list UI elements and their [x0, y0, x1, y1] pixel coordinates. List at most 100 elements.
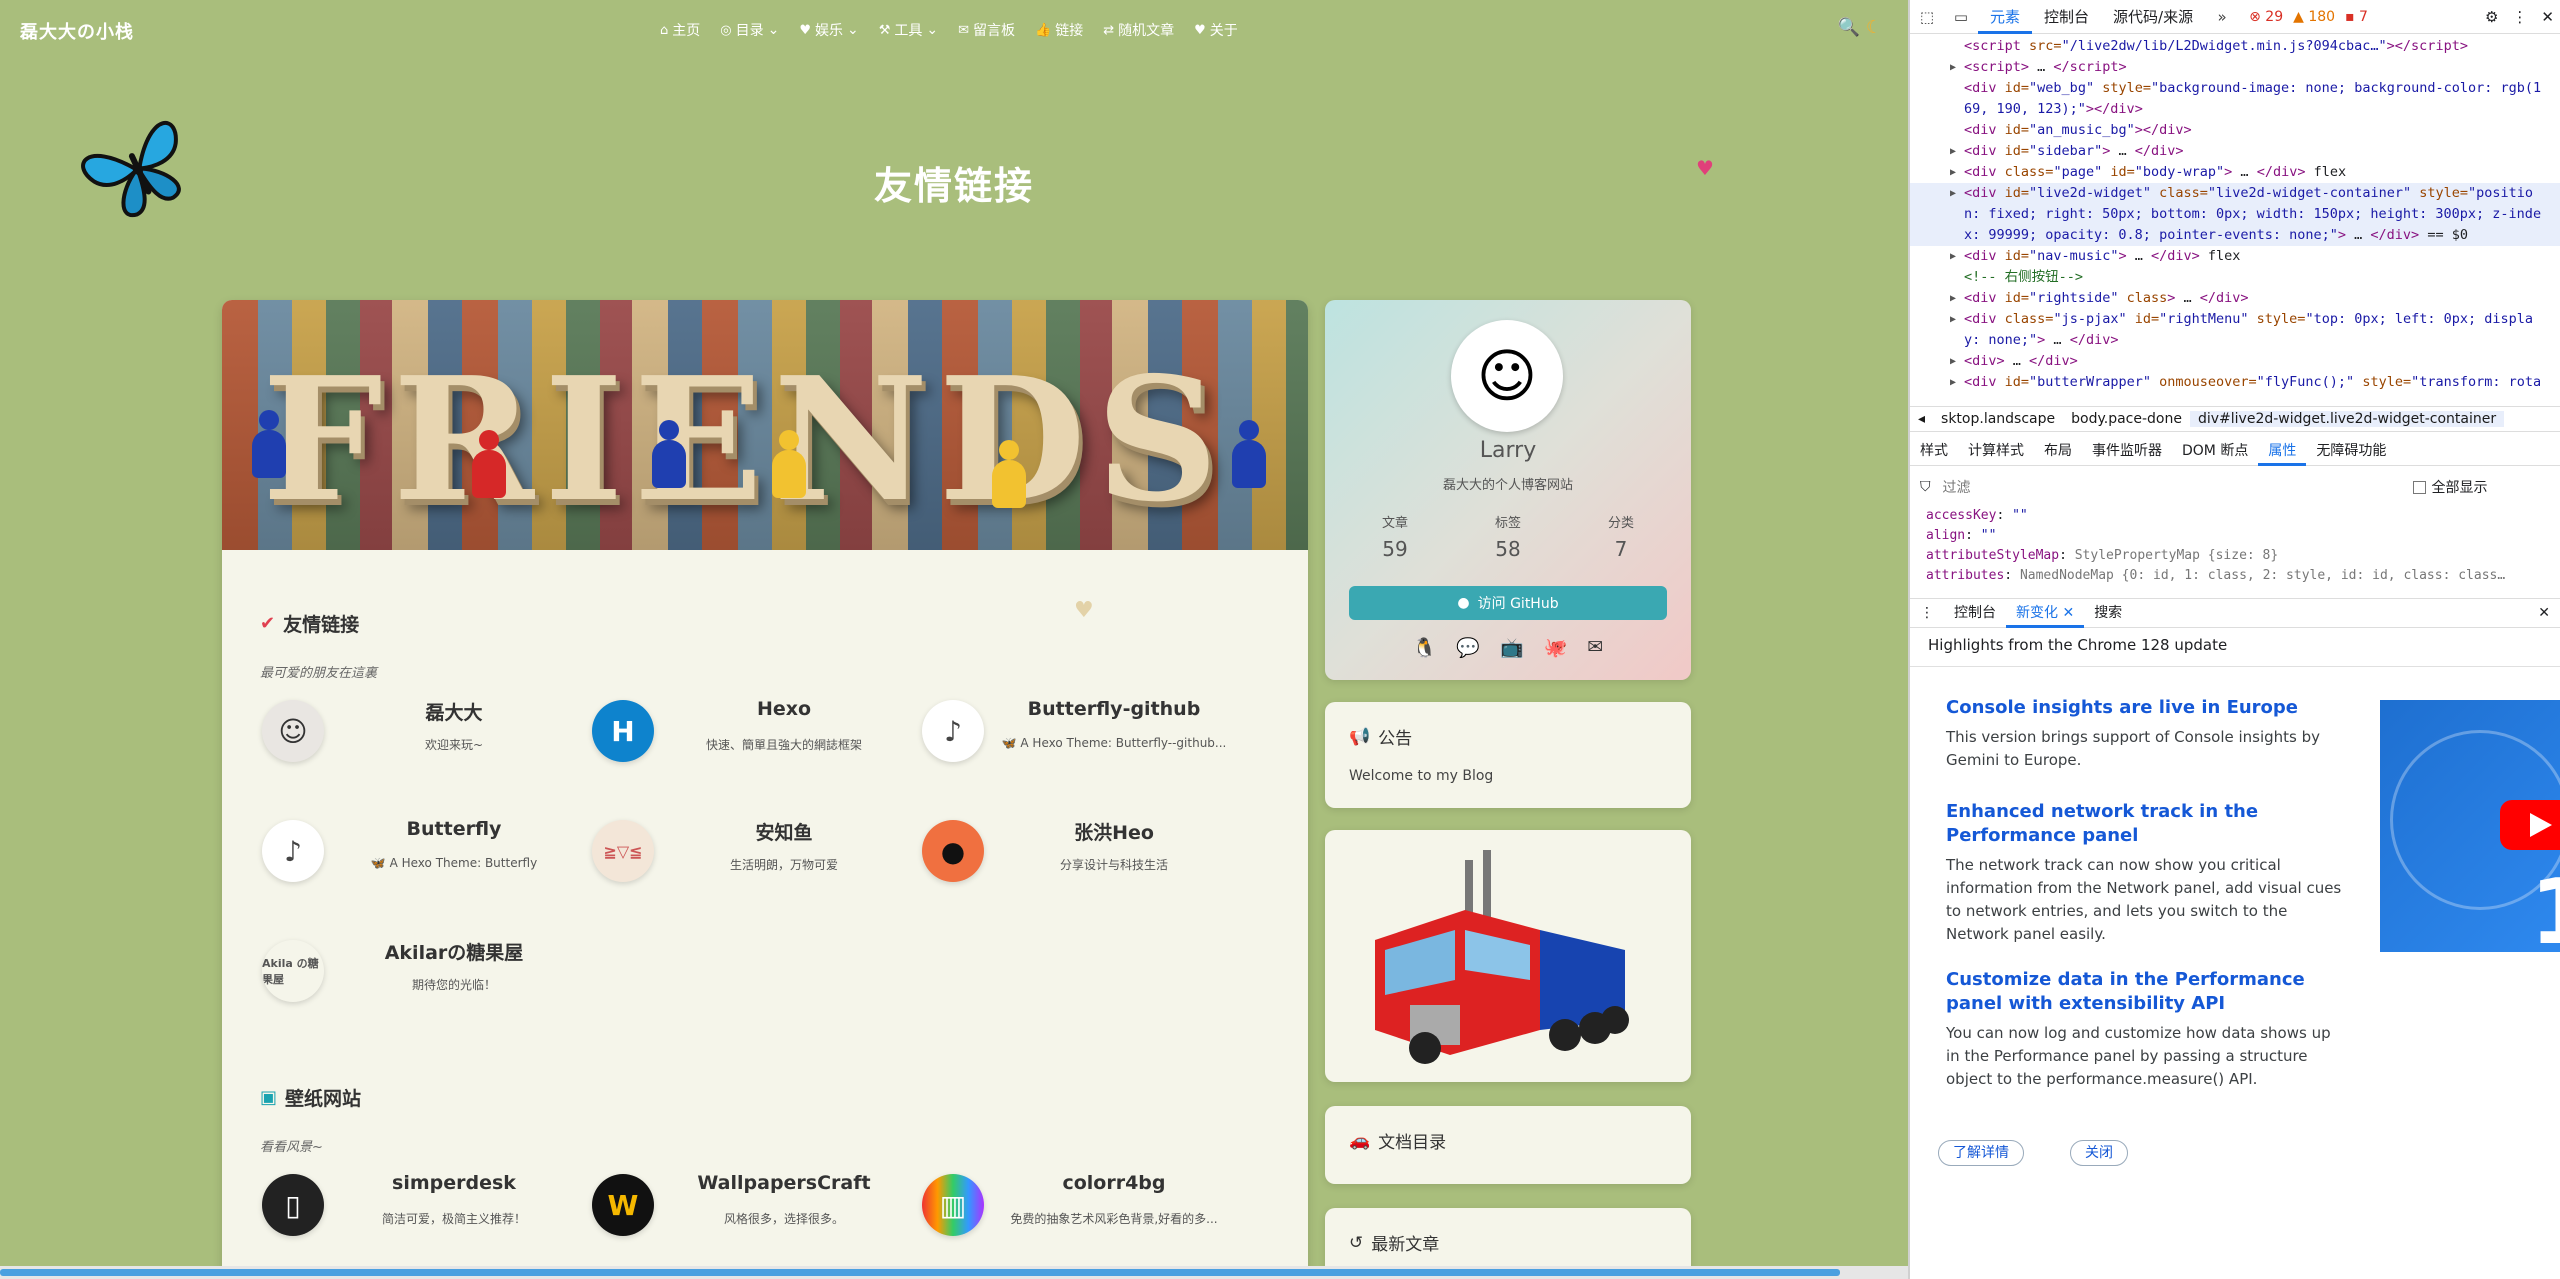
subtab[interactable]: 事件监听器 [2082, 436, 2172, 466]
qq-icon[interactable]: 🐧 [1413, 636, 1437, 659]
menu-item[interactable]: ◎ 目录 ⌄ [720, 20, 779, 40]
avatar[interactable]: ▥ [922, 1174, 984, 1236]
device-toggle-icon[interactable]: ▭ [1944, 8, 1978, 26]
dom-node[interactable]: <div id="an_music_bg"></div> [1910, 120, 2560, 141]
dom-node[interactable]: 69, 190, 123);"></div> [1910, 99, 2560, 120]
dark-mode-icon[interactable]: ☾ [1866, 17, 1882, 38]
avatar[interactable]: ♪ [262, 820, 324, 882]
subtab[interactable]: 样式 [1910, 436, 1958, 466]
kebab-menu-icon[interactable]: ⋮ [2512, 8, 2527, 26]
github-icon[interactable]: 🐙 [1544, 636, 1568, 659]
properties-list[interactable]: accessKey: "" align: "" attributeStyleMap:… [1910, 506, 2560, 596]
avatar[interactable]: ☺ [1451, 320, 1563, 432]
friend-link[interactable]: H Hexo 快速、簡單且強大的網誌框架 [576, 688, 902, 778]
friend-link[interactable]: ♪ Butterfly-github 🦋 A Hexo Theme: Butterf… [906, 688, 1232, 778]
friend-link[interactable]: ♪ Butterfly 🦋 A Hexo Theme: Butterfly [246, 808, 572, 898]
devtools-tab[interactable]: 源代码/来源 [2101, 0, 2205, 34]
friend-name[interactable]: Akilarの糖果屋 [336, 938, 572, 965]
property-row[interactable]: attributes: NamedNodeMap {0: id, 1: clas… [1926, 566, 2560, 586]
friend-name[interactable]: Butterfly [336, 818, 572, 840]
dom-node[interactable]: y: none;"> … </div> [1910, 330, 2560, 351]
site-title[interactable]: 磊大大の小栈 [20, 18, 134, 44]
inspect-icon[interactable]: ⬚ [1910, 8, 1944, 26]
dom-node[interactable]: ▶ <div class="page" id="body-wrap"> … </d… [1910, 162, 2560, 183]
subtab[interactable]: 属性 [2258, 436, 2307, 466]
subtab[interactable]: 无障碍功能 [2306, 436, 2396, 466]
dom-node[interactable]: ▶ <div id="butterWrapper" onmouseover="fl… [1910, 372, 2560, 393]
menu-item[interactable]: ✉ 留言板 [958, 20, 1015, 40]
devtools-tab[interactable]: 控制台 [2032, 0, 2101, 34]
dom-node[interactable]: ▶ <div id="rightside" class> … </div> [1910, 288, 2560, 309]
property-row[interactable]: accessKey: "" [1926, 506, 2560, 526]
devtools-tab[interactable]: 元素 [1978, 0, 2033, 34]
horizontal-scrollbar[interactable] [0, 1266, 1908, 1279]
breadcrumb-item[interactable]: body.pace-done [2063, 411, 2190, 427]
avatar[interactable]: W [592, 1174, 654, 1236]
youtube-play-icon[interactable] [2500, 800, 2560, 850]
close-drawer-icon[interactable]: ✕ [2538, 605, 2550, 621]
menu-item[interactable]: ⇄ 随机文章 [1103, 20, 1174, 40]
settings-icon[interactable]: ⚙ [2485, 8, 2498, 26]
friend-name[interactable]: colorr4bg [996, 1172, 1232, 1194]
close-icon[interactable]: ✕ [2541, 8, 2554, 26]
filter-input[interactable]: 过滤 [1943, 477, 2413, 497]
friend-link[interactable]: ≧▽≦ 安知鱼 生活明朗，万物可爱 [576, 808, 902, 898]
drawer-menu-icon[interactable]: ⋮ [1910, 605, 1944, 621]
dom-node[interactable]: <div id="web_bg" style="background-image… [1910, 78, 2560, 99]
friend-name[interactable]: Butterfly-github [996, 698, 1232, 720]
friend-name[interactable]: Hexo [666, 698, 902, 720]
dom-node[interactable]: ▶ <div> … </div> [1910, 351, 2560, 372]
checkbox-box[interactable] [2412, 480, 2426, 494]
bilibili-icon[interactable]: 📺 [1500, 636, 1524, 659]
breadcrumb-item[interactable]: div#live2d-widget.live2d-widget-containe… [2189, 411, 2505, 427]
dom-node[interactable]: ▶ <div id="sidebar"> … </div> [1910, 141, 2560, 162]
menu-item[interactable]: ♥ 娱乐 ⌄ [799, 20, 858, 40]
friend-name[interactable]: 磊大大 [336, 698, 572, 725]
menu-item[interactable]: ⌂ 主页 [660, 20, 700, 40]
issue-count[interactable]: ▪ 7 [2345, 9, 2368, 25]
video-thumbnail[interactable]: 12 [2380, 700, 2560, 952]
whatsnew-title[interactable]: Console insights are live in Europe [1946, 696, 2346, 720]
friend-name[interactable]: 安知鱼 [666, 818, 902, 845]
dom-node[interactable]: ▶ <div class="js-pjax" id="rightMenu" sty… [1910, 309, 2560, 330]
friend-link[interactable]: ☺ 磊大大 欢迎来玩~ [246, 688, 572, 778]
drawer-tab[interactable]: 控制台 [1944, 598, 2006, 628]
stat-2[interactable]: 分类 7 [1571, 512, 1671, 561]
subtab[interactable]: 计算样式 [1958, 436, 2034, 466]
drawer-tab[interactable]: 搜索 [2084, 598, 2132, 628]
close-button[interactable]: 关闭 [2070, 1140, 2128, 1166]
avatar[interactable]: H [592, 700, 654, 762]
avatar[interactable]: ☺ [262, 700, 324, 762]
friend-link[interactable]: ● 张洪Heo 分享设计与科技生活 [906, 808, 1232, 898]
wechat-icon[interactable]: 💬 [1456, 636, 1480, 659]
avatar[interactable]: ● [922, 820, 984, 882]
dom-node[interactable]: x: 99999; opacity: 0.8; pointer-events: … [1910, 225, 2560, 246]
scrollbar-thumb[interactable] [0, 1269, 1840, 1276]
friend-link[interactable]: W WallpapersCraft 风格很多，选择很多。 [576, 1162, 902, 1252]
github-button[interactable]: ● 访问 GitHub [1349, 586, 1667, 620]
menu-item[interactable]: 👍 链接 [1035, 20, 1083, 40]
friend-link[interactable]: Akila の糖果屋 Akilarの糖果屋 期待您的光临！ [246, 928, 572, 1018]
avatar[interactable]: Akila の糖果屋 [262, 940, 324, 1002]
avatar[interactable]: ≧▽≦ [592, 820, 654, 882]
property-row[interactable]: attributeStyleMap: StylePropertyMap {siz… [1926, 546, 2560, 566]
dom-node[interactable]: <!-- 右侧按钮--> [1910, 267, 2560, 288]
dom-node[interactable]: <script src="/live2dw/lib/L2Dwidget.min.… [1910, 36, 2560, 57]
dom-node[interactable]: ▶ <div id="nav-music"> … </div> flex [1910, 246, 2560, 267]
stat-1[interactable]: 标签 58 [1458, 512, 1558, 561]
menu-item[interactable]: ♥ 关于 [1194, 20, 1238, 40]
dom-node[interactable]: ▶ <script> … </script> [1910, 57, 2560, 78]
issue-counters[interactable]: ⊗ 29 ▲ 180 ▪ 7 [2249, 9, 2368, 25]
drawer-tab[interactable]: 新变化 ✕ [2006, 598, 2085, 628]
email-icon[interactable]: ✉ [1587, 636, 1603, 659]
scroll-left-icon[interactable]: ◂ [1910, 411, 1933, 427]
subtab[interactable]: DOM 断点 [2172, 436, 2258, 466]
whatsnew-title[interactable]: Enhanced network track in the Performanc… [1946, 800, 2346, 848]
whatsnew-title[interactable]: Customize data in the Performance panel … [1946, 968, 2346, 1016]
error-count[interactable]: ⊗ 29 [2249, 9, 2283, 25]
menu-item[interactable]: ⚒ 工具 ⌄ [879, 20, 938, 40]
warning-count[interactable]: ▲ 180 [2293, 9, 2335, 25]
friend-name[interactable]: WallpapersCraft [666, 1172, 902, 1194]
subtab[interactable]: 布局 [2034, 436, 2082, 466]
stat-0[interactable]: 文章 59 [1345, 512, 1445, 561]
